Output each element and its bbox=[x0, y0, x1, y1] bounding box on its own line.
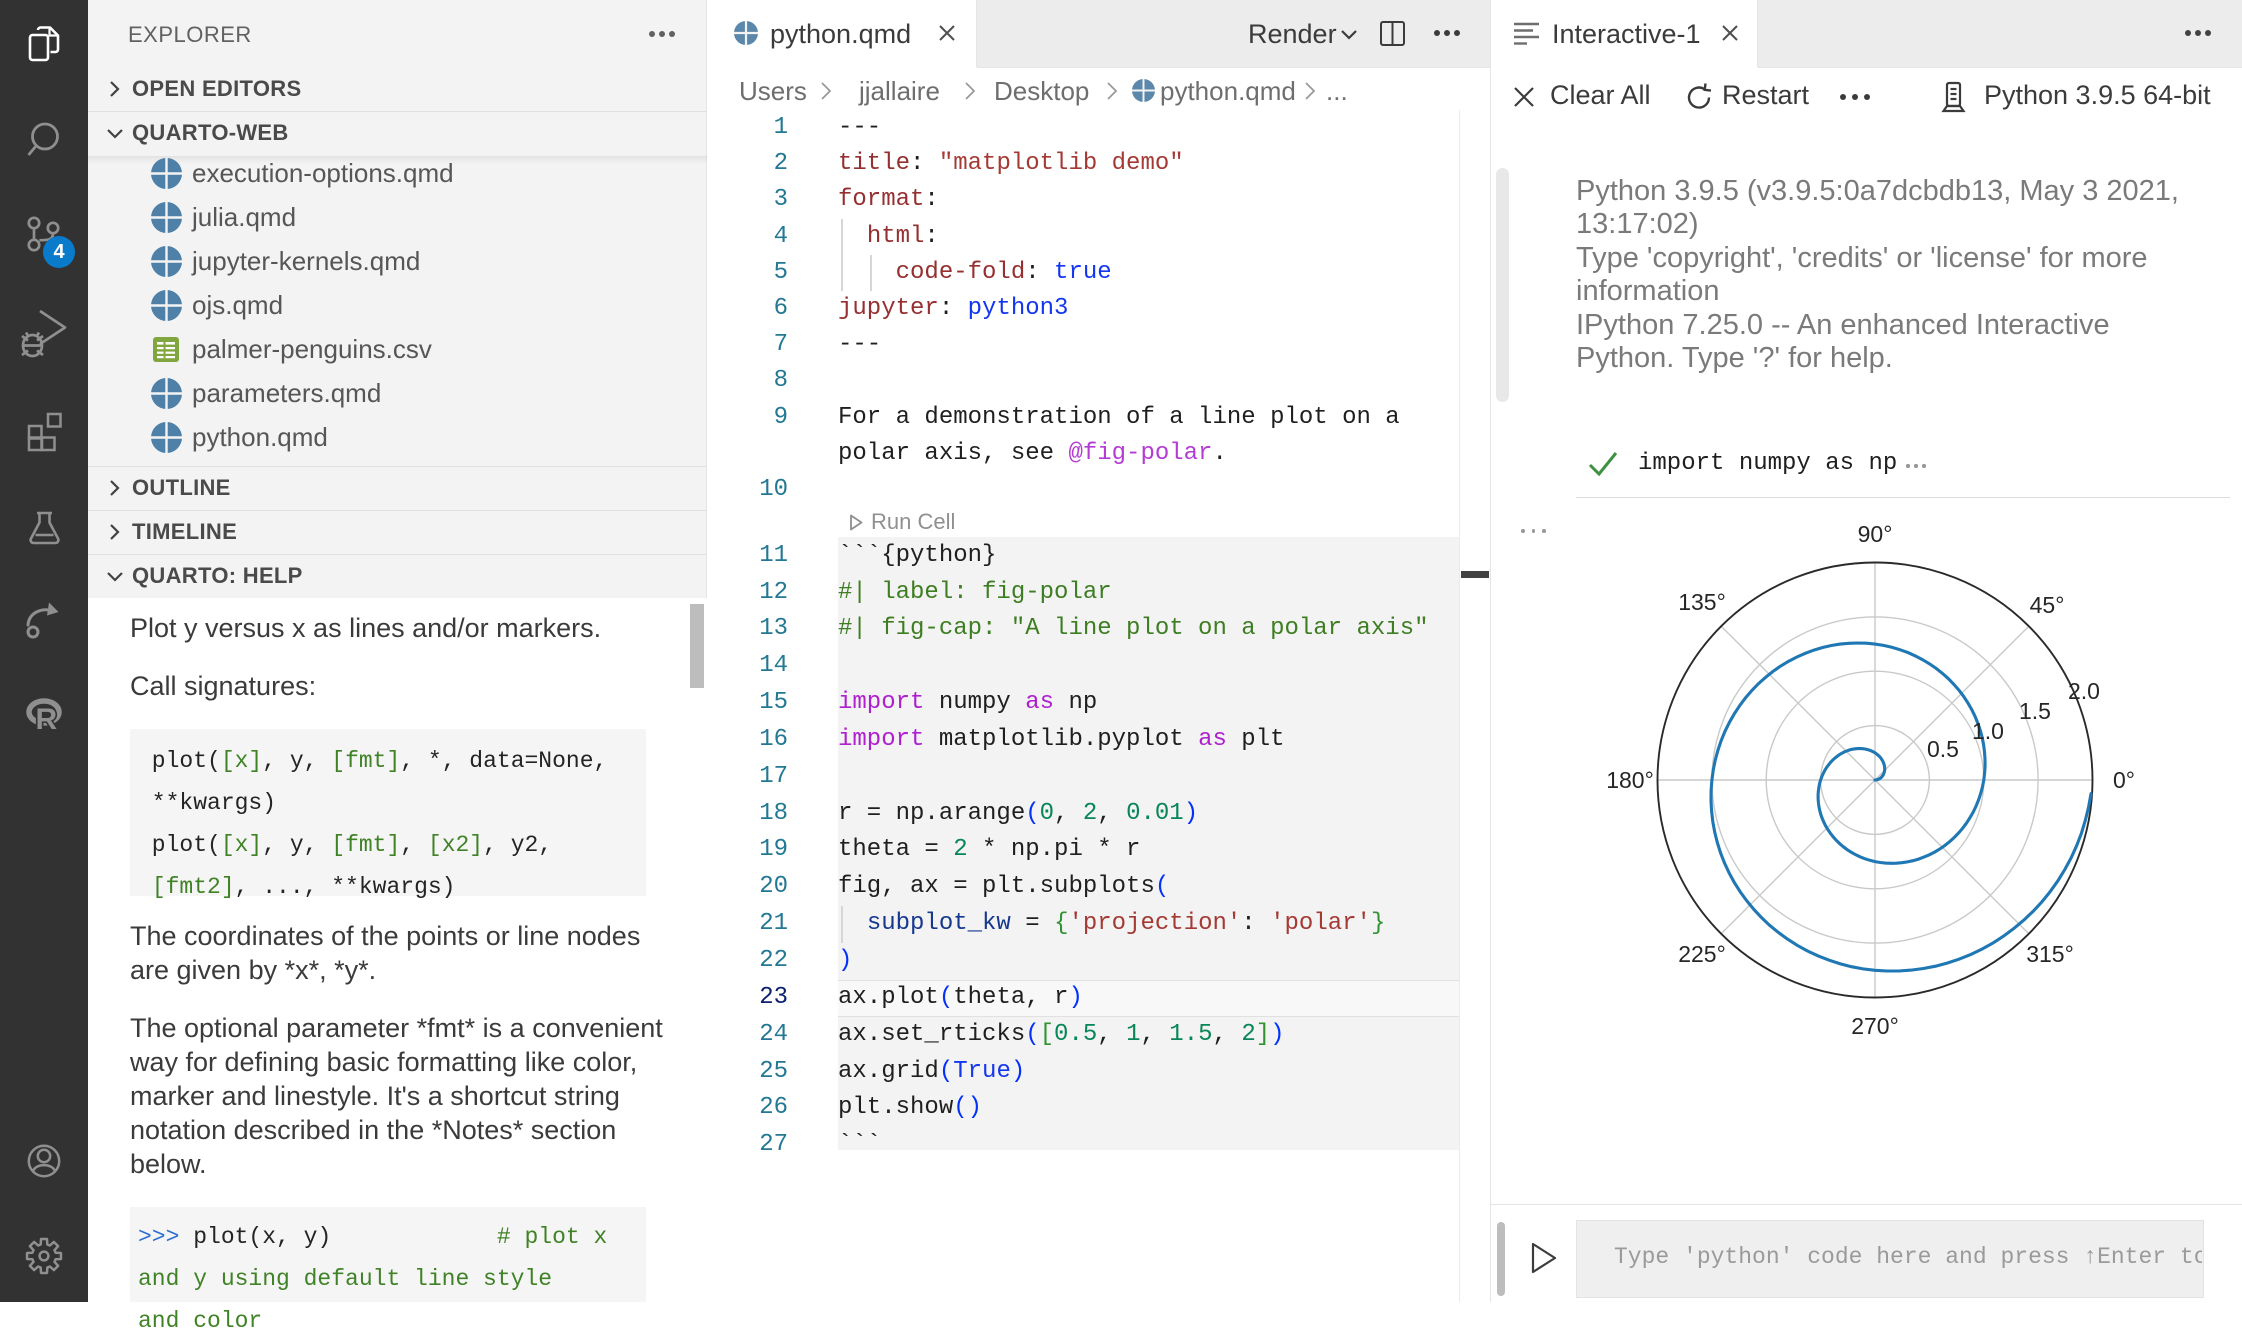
svg-text:45°: 45° bbox=[2030, 592, 2065, 618]
svg-text:1.0: 1.0 bbox=[1972, 718, 2004, 744]
svg-text:135°: 135° bbox=[1678, 589, 1726, 615]
svg-text:90°: 90° bbox=[1858, 521, 1893, 547]
svg-text:1.5: 1.5 bbox=[2019, 698, 2051, 724]
svg-text:180°: 180° bbox=[1606, 767, 1654, 793]
svg-text:0.5: 0.5 bbox=[1927, 736, 1959, 762]
svg-text:315°: 315° bbox=[2026, 941, 2074, 967]
svg-text:R: R bbox=[36, 703, 58, 736]
svg-text:0°: 0° bbox=[2113, 767, 2135, 793]
svg-text:2.0: 2.0 bbox=[2068, 678, 2100, 704]
svg-text:270°: 270° bbox=[1851, 1013, 1899, 1039]
svg-text:225°: 225° bbox=[1678, 941, 1726, 967]
